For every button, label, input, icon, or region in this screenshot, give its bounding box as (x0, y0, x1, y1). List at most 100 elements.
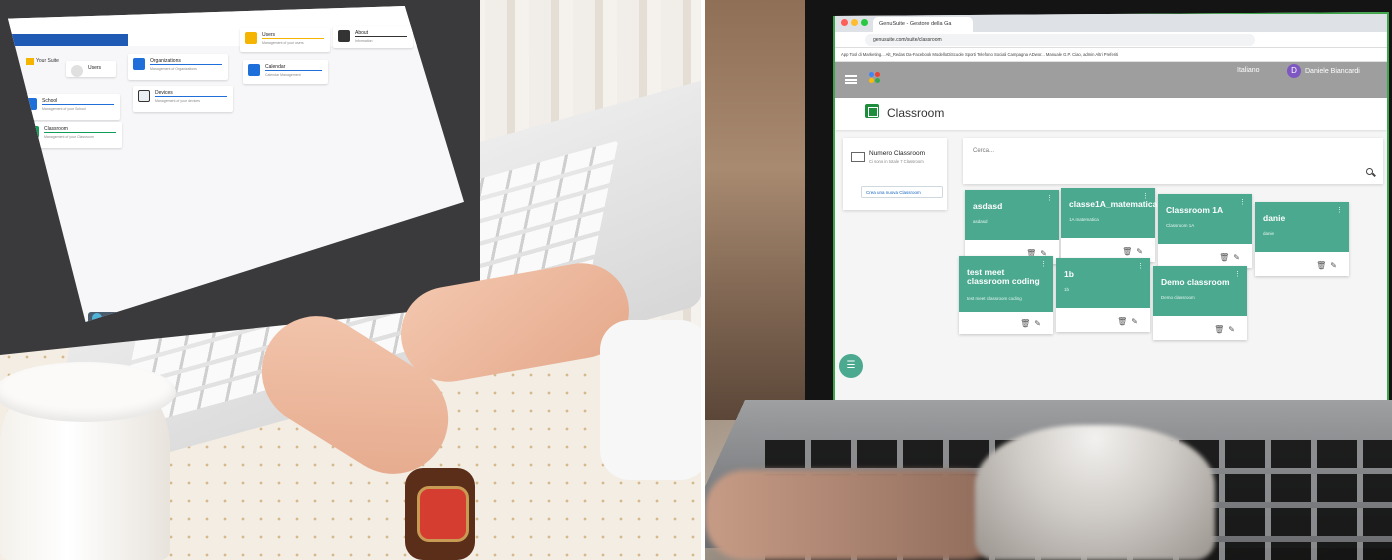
tile-underline (150, 64, 222, 65)
suite-logo (26, 58, 34, 65)
card-subtitle: 1A matematica (1069, 217, 1099, 222)
card-title: Demo classroom (1161, 277, 1230, 287)
tile-underline (155, 96, 227, 97)
user-icon (71, 65, 83, 77)
classroom-card[interactable]: Demo classroom Demo classroom ⋮ 🗑✎ (1153, 266, 1247, 340)
coffee-cup (0, 362, 176, 560)
tile-about[interactable]: About Information (333, 26, 413, 48)
right-laptop-screen: GenuSuite - Gestore della Ga genusuite.c… (833, 12, 1389, 410)
tile-subtitle: Management of your School (42, 107, 86, 111)
card-actions[interactable]: 🗑✎ (1214, 325, 1239, 334)
more-vert-icon[interactable]: ⋮ (1239, 199, 1246, 206)
blurred-hand (705, 470, 1005, 560)
more-vert-icon[interactable]: ⋮ (1142, 193, 1149, 200)
card-actions[interactable]: 🗑✎ (1316, 261, 1341, 270)
page-header: Classroom (835, 98, 1387, 130)
page-title: Classroom (887, 106, 945, 120)
url-field[interactable]: genusuite.com/suite/classroom (865, 34, 1255, 46)
classroom-card[interactable]: Classroom 1A Classroom 1A ⋮ 🗑✎ (1158, 194, 1252, 268)
card-header (965, 190, 1059, 240)
classroom-icon (865, 104, 879, 118)
tile-users[interactable]: Users Management of your users (240, 28, 330, 52)
search-input[interactable]: Cerca... (973, 148, 994, 154)
card-header (1061, 188, 1155, 238)
tile-devices[interactable]: Devices Management of your devices (133, 86, 233, 112)
card-actions[interactable]: 🗑✎ (1117, 317, 1142, 326)
card-title: danie (1263, 213, 1286, 223)
minimize-window-icon[interactable] (851, 19, 858, 26)
browser-tab[interactable]: GenuSuite - Gestore della Ga (873, 17, 973, 32)
card-header (1056, 258, 1150, 308)
card-header (1153, 266, 1247, 316)
more-vert-icon[interactable]: ⋮ (1234, 271, 1241, 278)
classroom-card[interactable]: 1b 1b ⋮ 🗑✎ (1056, 258, 1150, 332)
tile-subtitle: Management of Organizations (150, 67, 197, 71)
tile-underline (265, 70, 322, 71)
tile-subtitle: Calendar Management (265, 73, 301, 77)
count-subtitle: Ci sono in totale 7 Classroom (869, 159, 924, 164)
more-vert-icon[interactable]: ⋮ (1336, 207, 1343, 214)
avatar[interactable]: D (1287, 64, 1301, 78)
search-panel: Cerca... (963, 138, 1383, 184)
info-icon (338, 30, 350, 42)
tile-school[interactable]: School Management of your School (20, 94, 120, 120)
class-group-icon (851, 152, 865, 162)
classroom-card[interactable]: danie danie ⋮ 🗑✎ (1255, 202, 1349, 276)
right-photo: GenuSuite - Gestore della Ga genusuite.c… (705, 0, 1392, 560)
maximize-window-icon[interactable] (861, 19, 868, 26)
chat-fab-icon[interactable]: ☰ (839, 354, 863, 378)
more-vert-icon[interactable]: ⋮ (1137, 263, 1144, 270)
more-vert-icon[interactable]: ⋮ (1046, 195, 1053, 202)
genusuite-logo (869, 72, 881, 86)
card-title: 1b (1064, 269, 1074, 279)
tile-underline (262, 38, 324, 39)
classroom-count-card: Numero Classroom Ci sono in totale 7 Cla… (843, 138, 947, 210)
suite-brand-bar (8, 34, 128, 46)
card-title: Classroom 1A (1166, 205, 1224, 215)
classroom-card[interactable]: asdasd asdasd ⋮ 🗑✎ (965, 190, 1059, 264)
tile-users-small[interactable]: Users (66, 61, 116, 77)
users-icon (245, 32, 257, 44)
shirt-sleeve (600, 320, 701, 480)
card-actions[interactable]: 🗑✎ (1020, 319, 1045, 328)
bookmarks-bar[interactable]: App Tool di Marketing... Alt_Redas Da-Fa… (835, 48, 1387, 62)
blurred-coffee-cup (975, 425, 1215, 560)
user-name[interactable]: Daniele Biancardi (1305, 68, 1360, 75)
more-vert-icon[interactable]: ⋮ (1040, 261, 1047, 268)
tile-underline (42, 104, 114, 105)
left-photo: Your Suite Users Organizations Managemen… (0, 0, 701, 560)
close-window-icon[interactable] (841, 19, 848, 26)
org-tree-icon (133, 58, 145, 70)
card-subtitle: danie (1263, 231, 1275, 236)
tile-subtitle: Management of your users (262, 41, 304, 45)
suite-title: Your Suite (36, 58, 59, 64)
create-classroom-button[interactable]: Crea una nuova Classroom (861, 186, 943, 198)
card-actions[interactable]: 🗑✎ (1219, 253, 1244, 262)
search-icon[interactable] (1366, 168, 1373, 175)
hamburger-menu-icon[interactable] (845, 75, 857, 84)
tile-underline (355, 36, 407, 37)
tile-underline (44, 132, 116, 133)
card-subtitle: asdasd (973, 219, 988, 224)
card-subtitle: test meet classroom coding (967, 296, 1022, 301)
card-header (1158, 194, 1252, 244)
tile-subtitle: Management of your Classroom (44, 135, 94, 139)
tile-subtitle: Information (355, 39, 373, 43)
card-title: test meet classroom coding (967, 267, 1040, 286)
browser-tabstrip: GenuSuite - Gestore della Ga (835, 14, 1387, 32)
tile-organizations[interactable]: Organizations Management of Organization… (128, 54, 228, 80)
card-title: classe1A_matematica (1069, 199, 1158, 209)
card-actions[interactable]: 🗑✎ (1122, 247, 1147, 256)
wristwatch (405, 468, 475, 560)
card-header (1255, 202, 1349, 252)
classroom-card[interactable]: test meet classroom coding test meet cla… (959, 256, 1053, 334)
count-title: Numero Classroom (869, 150, 925, 157)
card-subtitle: 1b (1064, 287, 1070, 292)
tile-subtitle: Management of your devices (155, 99, 200, 103)
language-selector[interactable]: Italiano (1237, 67, 1260, 74)
card-subtitle: Classroom 1A (1166, 223, 1195, 228)
card-title: asdasd (973, 201, 1003, 211)
classroom-card[interactable]: classe1A_matematica 1A matematica ⋮ 🗑✎ (1061, 188, 1158, 262)
card-subtitle: Demo classroom (1161, 295, 1195, 300)
tile-calendar[interactable]: Calendar Calendar Management (243, 60, 328, 84)
